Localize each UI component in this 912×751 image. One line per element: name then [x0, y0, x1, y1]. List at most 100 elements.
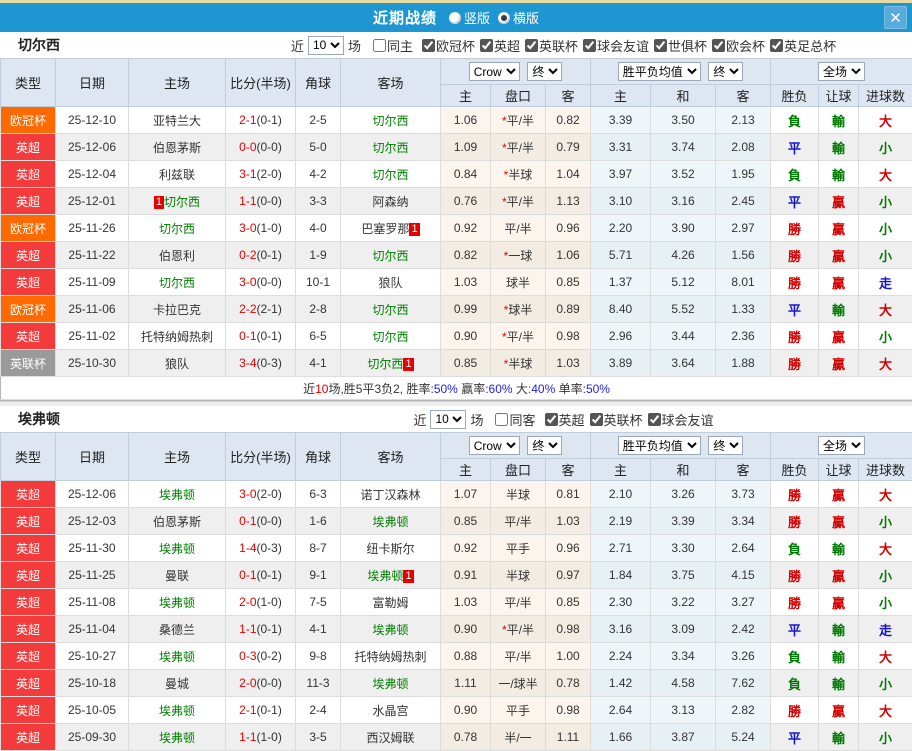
odds-away: 1.00 [545, 642, 591, 670]
match-date: 25-11-22 [55, 241, 129, 269]
away-team: 切尔西 [340, 295, 441, 323]
avg-home: 1.42 [590, 669, 651, 697]
avg-select[interactable]: 胜平负均值 [617, 436, 701, 455]
league-label: 英超 [558, 412, 585, 428]
league-checkbox[interactable] [712, 38, 726, 52]
avg-final-select[interactable]: 终 [708, 62, 744, 81]
fulltime-select[interactable]: 全场 [818, 436, 866, 455]
result-goals: 大 [858, 696, 912, 724]
result-wdl: 負 [770, 534, 820, 562]
sub-col-wdl: 胜负 [770, 84, 820, 107]
odds-away: 0.85 [545, 588, 591, 616]
match-score: 1-1(0-1) [225, 615, 296, 643]
avg-home: 5.71 [590, 241, 651, 269]
match-date: 25-11-26 [55, 214, 129, 242]
radio-horizontal-layout[interactable]: 横版 [498, 8, 539, 27]
match-date: 25-10-18 [55, 669, 129, 697]
same-venue-checkbox-item[interactable]: 同客 [495, 410, 536, 429]
radio-horizontal-label: 横版 [513, 11, 540, 26]
sub-col-letgoal: 让球 [818, 458, 860, 481]
fulltime-select[interactable]: 全场 [818, 62, 866, 81]
odds-handicap: *平/半 [490, 106, 546, 134]
recent-count-select[interactable]: 10 [307, 35, 344, 55]
odds-home: 0.82 [440, 241, 491, 269]
odds-away: 1.13 [545, 187, 591, 215]
match-type-badge: 英超 [0, 669, 56, 697]
home-team: 曼联 [128, 561, 226, 589]
sub-col-goals: 进球数 [858, 458, 912, 481]
result-handicap: 贏 [818, 696, 860, 724]
close-button[interactable]: ✕ [884, 6, 907, 29]
home-team: 卡拉巴克 [128, 295, 226, 323]
league-checkbox-item[interactable]: 英足总杯 [770, 36, 836, 55]
match-date: 25-12-06 [55, 480, 129, 508]
avg-away: 2.97 [714, 214, 772, 242]
team-name: 切尔西 [18, 37, 60, 53]
league-checkbox[interactable] [770, 38, 784, 52]
col-away: 客场 [340, 58, 441, 107]
radio-checked-icon[interactable] [498, 11, 510, 24]
odds-home: 1.06 [440, 106, 491, 134]
league-checkbox-item[interactable]: 球会友谊 [583, 36, 649, 55]
away-team: 切尔西 1 [340, 349, 441, 377]
same-venue-checkbox[interactable] [372, 38, 386, 52]
same-venue-checkbox[interactable] [495, 412, 509, 426]
avg-group-header: 胜平负均值 终 [589, 432, 772, 459]
league-checkbox-item[interactable]: 英联杯 [589, 410, 643, 429]
match-score: 3-0(0-0) [225, 268, 296, 296]
league-checkbox[interactable] [589, 412, 603, 426]
radio-unchecked-icon[interactable] [448, 11, 461, 24]
league-checkbox[interactable] [583, 38, 597, 52]
league-checkbox[interactable] [647, 412, 661, 426]
odds-away: 0.96 [545, 534, 591, 562]
league-checkbox-item[interactable]: 英超 [479, 36, 520, 55]
odds-final-select[interactable]: 终 [527, 62, 563, 81]
avg-final-select[interactable]: 终 [708, 436, 744, 455]
league-checkbox[interactable] [654, 38, 668, 52]
league-checkbox-item[interactable]: 英联杯 [525, 36, 578, 55]
league-checkbox-item[interactable]: 英超 [544, 410, 585, 429]
sub-col-handicap: 盘口 [490, 84, 546, 107]
league-checkbox[interactable] [525, 38, 538, 52]
league-checkbox-item[interactable]: 欧冠杯 [421, 36, 475, 55]
section-everton: 埃弗顿 近 10 场 同客 英超 英联杯 球会友谊 类型 日期 主场 比分(半场… [0, 406, 912, 751]
corner-score: 3-5 [295, 723, 341, 751]
away-team: 阿森纳 [340, 187, 441, 215]
table-row: 英联杯 25-10-30 狼队 3-4(0-3) 4-1 切尔西 1 0.85 *… [0, 349, 912, 377]
sub-col-avg-draw: 和 [650, 84, 716, 107]
radio-vertical-layout[interactable]: 竖版 [448, 8, 490, 27]
result-handicap: 贏 [818, 480, 860, 508]
league-checkbox-item[interactable]: 欧会杯 [712, 36, 765, 55]
match-date: 25-11-09 [55, 268, 129, 296]
avg-select[interactable]: 胜平负均值 [617, 62, 701, 81]
sub-col-avg-home: 主 [590, 458, 651, 481]
home-team: 埃弗顿 [128, 588, 226, 616]
odds-handicap: 平手 [490, 534, 546, 562]
sub-col-odds-home: 主 [440, 458, 491, 481]
league-checkbox-item[interactable]: 球会友谊 [647, 410, 714, 429]
odds-home: 0.85 [440, 349, 491, 377]
avg-away: 3.34 [714, 507, 772, 535]
league-label: 英超 [493, 38, 520, 54]
league-checkbox-item[interactable]: 世俱杯 [654, 36, 707, 55]
same-venue-checkbox-item[interactable]: 同主 [372, 36, 413, 55]
league-checkbox[interactable] [421, 38, 435, 52]
bookmaker-select[interactable]: Crow [468, 436, 520, 455]
odds-home: 0.99 [440, 295, 491, 323]
bookmaker-select[interactable]: Crow [468, 62, 520, 81]
league-checkbox[interactable] [479, 38, 493, 52]
col-type: 类型 [0, 432, 56, 481]
sub-col-handicap: 盘口 [490, 458, 546, 481]
match-date: 25-10-30 [55, 349, 129, 377]
match-score: 0-1(0-1) [225, 322, 296, 350]
avg-draw: 4.26 [650, 241, 716, 269]
match-type-badge: 欧冠杯 [0, 106, 56, 134]
league-checkbox[interactable] [544, 412, 558, 426]
odds-handicap: 平/半 [490, 214, 546, 242]
recent-count-select[interactable]: 10 [430, 409, 467, 429]
home-team: 曼城 [128, 669, 226, 697]
odds-handicap: *一球 [490, 241, 546, 269]
col-date: 日期 [55, 432, 129, 481]
odds-group-header: Crow 终 [440, 432, 591, 459]
odds-final-select[interactable]: 终 [527, 436, 563, 455]
